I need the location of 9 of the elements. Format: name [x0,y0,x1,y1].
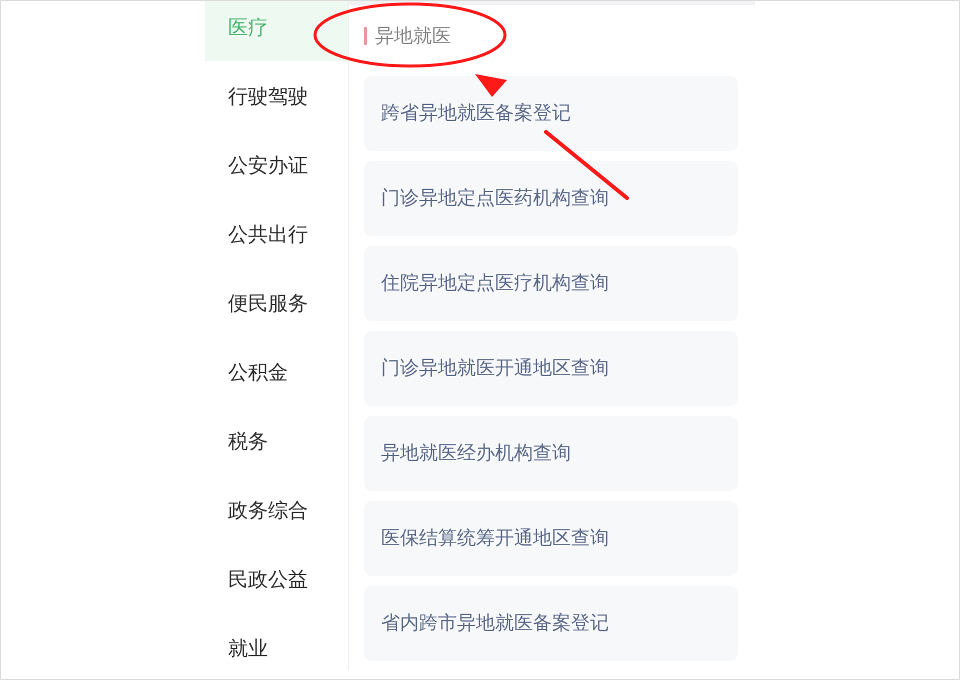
service-card[interactable]: 跨省异地就医备案登记 [364,76,738,151]
service-card[interactable]: 医保结算统筹开通地区查询 [364,501,738,576]
service-card[interactable]: 门诊异地定点医药机构查询 [364,161,738,236]
section-marker-icon [364,27,367,45]
service-card[interactable]: 省内跨市异地就医备案登记 [364,586,738,661]
service-card[interactable]: 门诊异地就医开通地区查询 [364,331,738,406]
service-card[interactable]: 异地就医经办机构查询 [364,416,738,491]
service-card[interactable]: 住院异地定点医疗机构查询 [364,246,738,321]
section-title: 异地就医 [375,24,451,49]
